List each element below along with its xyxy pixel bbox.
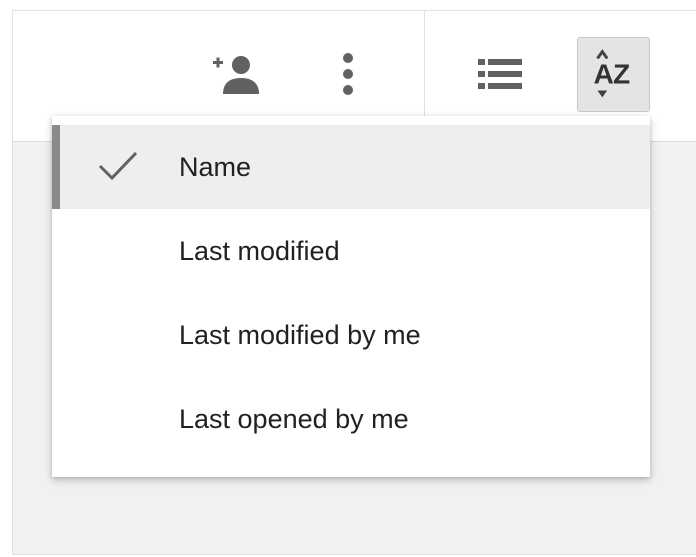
- sort-option-label: Last modified: [179, 235, 340, 266]
- sort-menu: Name Last modified Last modified by me L…: [52, 116, 650, 477]
- sort-option-label: Name: [179, 151, 252, 182]
- add-person-button[interactable]: [205, 48, 265, 100]
- check-icon: [98, 151, 138, 181]
- sort-option-last-modified-by-me[interactable]: Last modified by me: [52, 293, 650, 377]
- sort-option-name[interactable]: Name: [52, 125, 650, 209]
- list-view-button[interactable]: [470, 48, 530, 100]
- sort-az-icon: A Z: [594, 49, 630, 98]
- more-options-button[interactable]: [328, 48, 368, 100]
- person-add-icon: [213, 56, 259, 94]
- list-view-icon: [478, 59, 522, 89]
- sort-option-label: Last modified by me: [179, 319, 421, 350]
- sort-options-button[interactable]: A Z: [577, 37, 650, 112]
- sort-option-last-opened-by-me[interactable]: Last opened by me: [52, 377, 650, 461]
- sort-letter-a: A: [594, 58, 614, 90]
- more-vert-icon: [343, 53, 353, 95]
- sort-option-last-modified[interactable]: Last modified: [52, 209, 650, 293]
- sort-option-label: Last opened by me: [179, 403, 409, 434]
- sort-letter-z: Z: [613, 58, 630, 90]
